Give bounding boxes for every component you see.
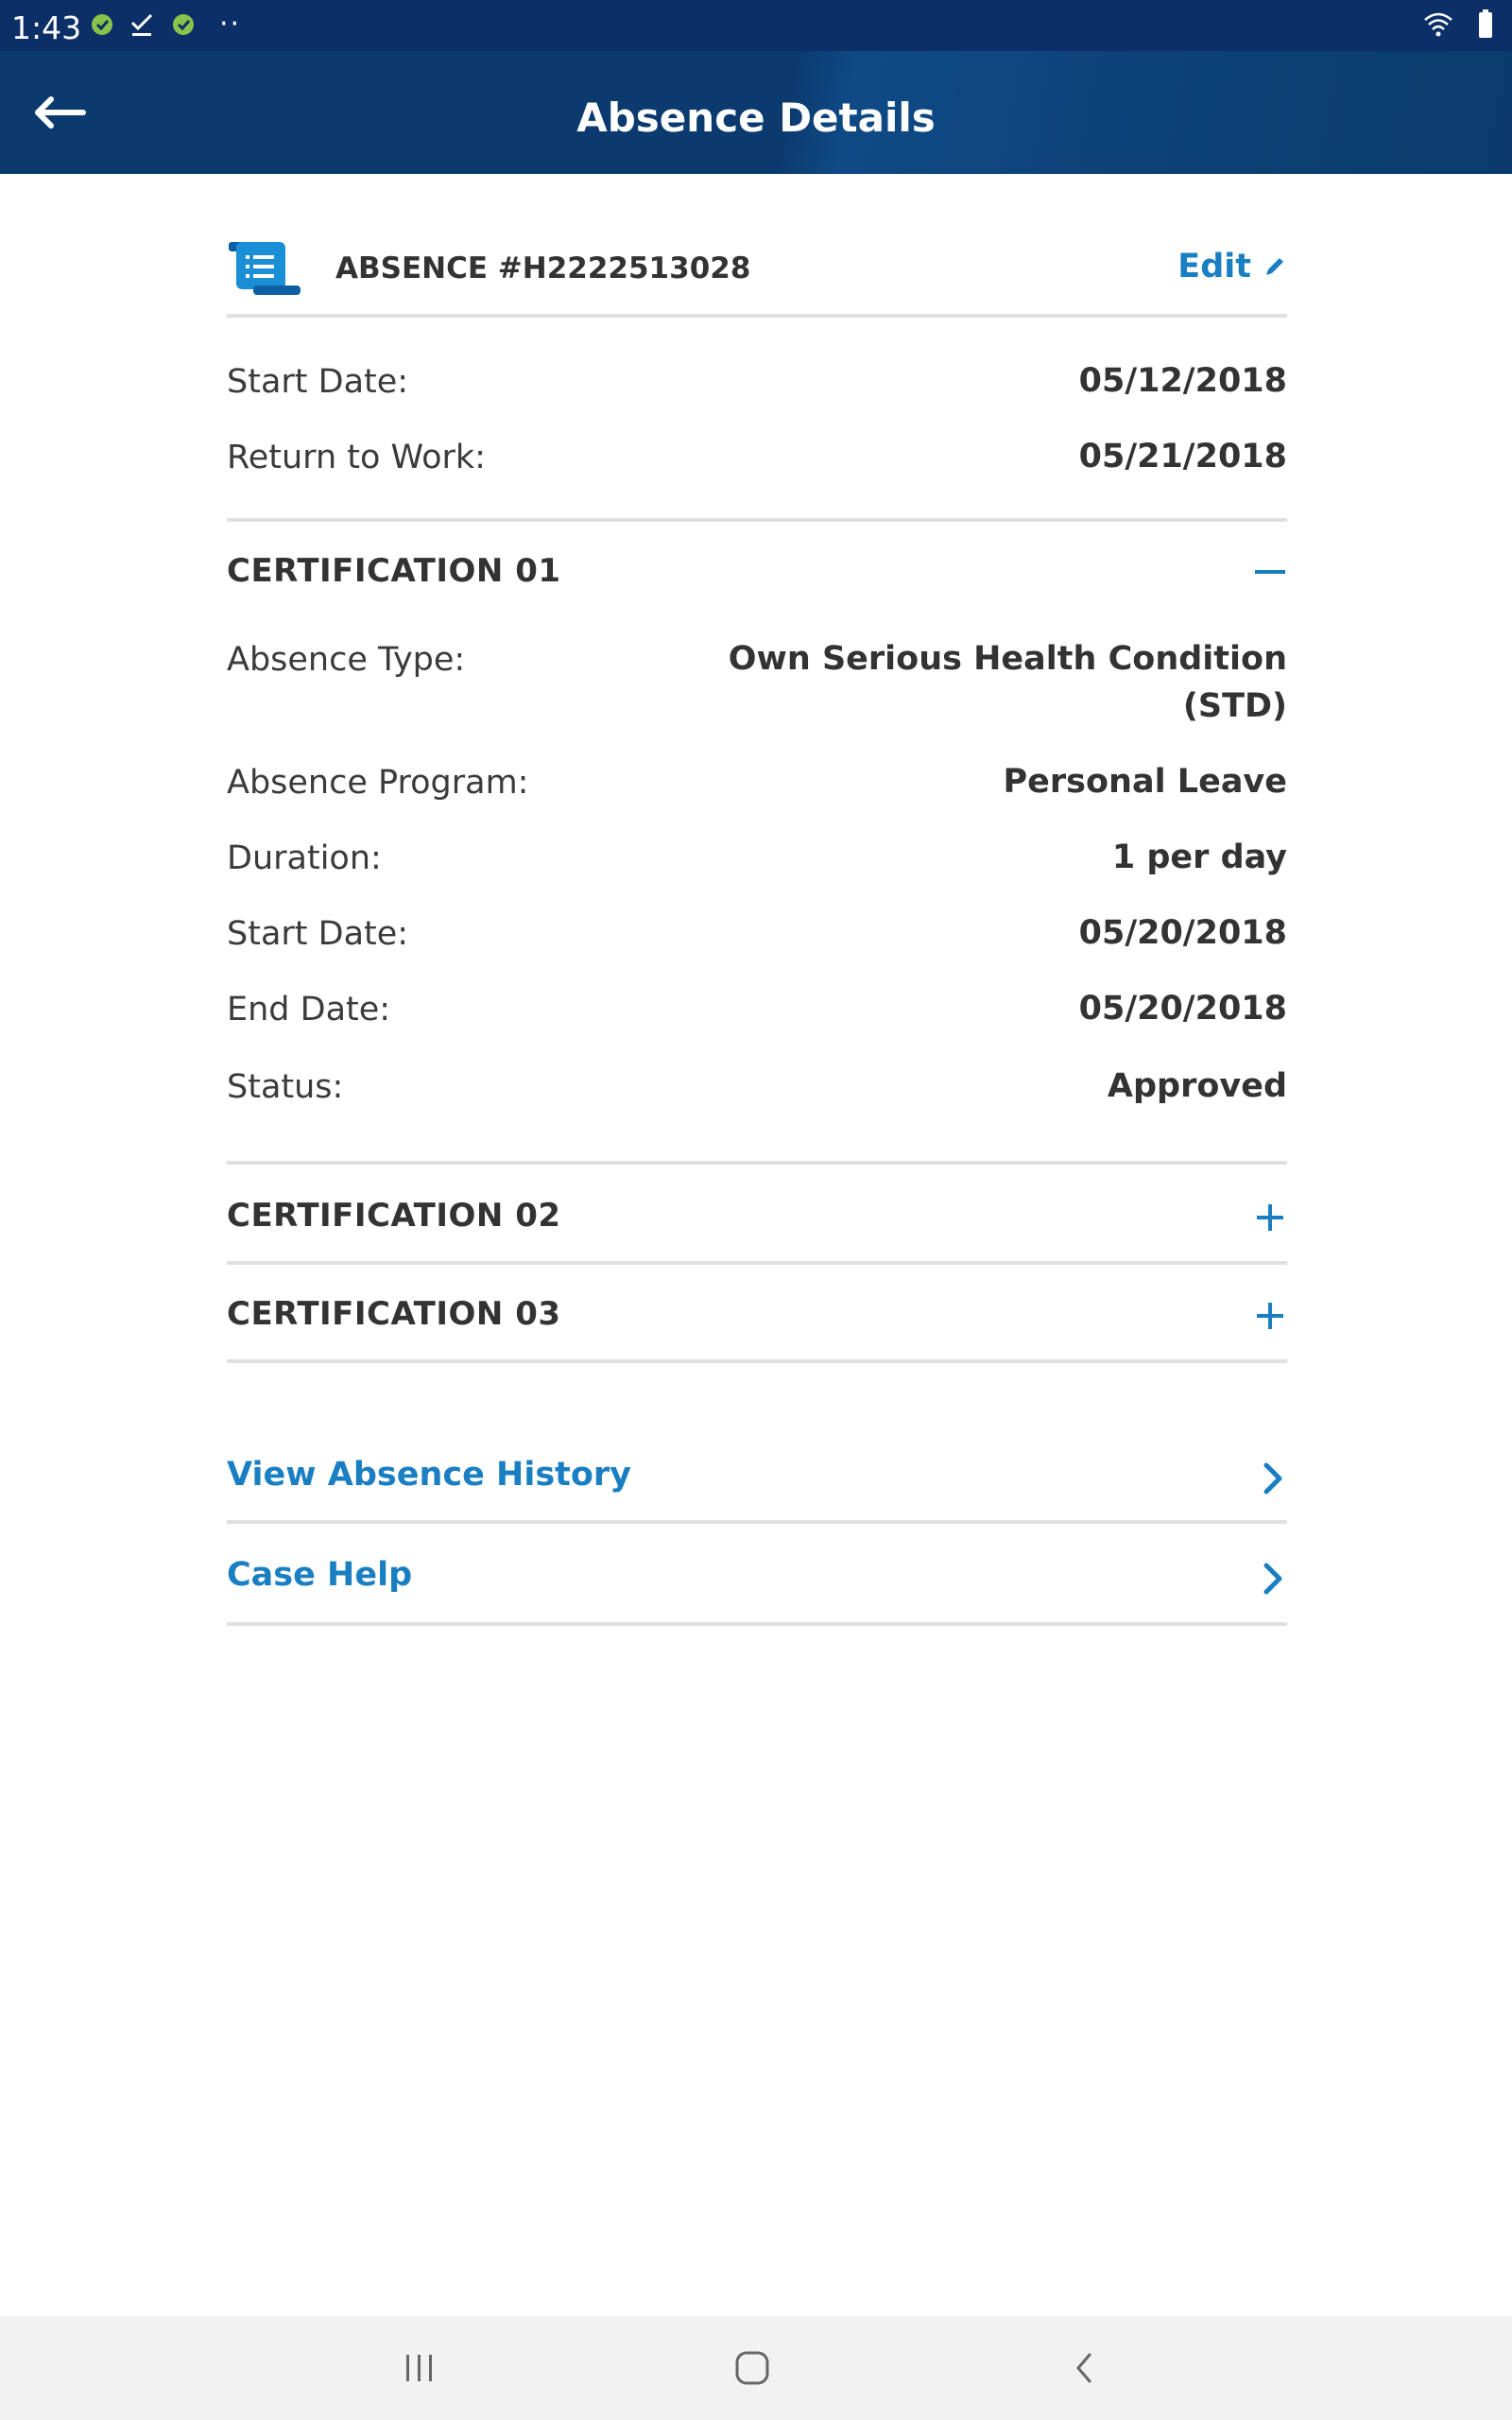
divider [227, 1520, 1287, 1524]
duration-value: 1 per day [1111, 838, 1287, 876]
recent-apps-button[interactable] [391, 2344, 448, 2392]
home-icon [735, 2351, 769, 2385]
certification-02-header[interactable]: CERTIFICATION 02 [227, 1197, 1287, 1253]
absence-type-row: Absence Type: Own Serious Health Conditi… [227, 640, 1287, 735]
certification-01-title: CERTIFICATION 01 [227, 552, 561, 590]
status-time: 1:43 [11, 9, 82, 46]
checkmark-notification-icon [130, 13, 153, 36]
system-navigation-bar [0, 2316, 1512, 2420]
status-bar: 1:43 ·· [0, 0, 1512, 51]
battery-icon [1479, 9, 1492, 38]
divider [227, 314, 1287, 318]
divider [227, 1622, 1287, 1626]
absence-header: ABSENCE #H2222513028 Edit [227, 240, 1287, 306]
divider [227, 1261, 1287, 1265]
certification-03-title: CERTIFICATION 03 [227, 1295, 561, 1333]
app-bar: Absence Details [0, 51, 1512, 174]
start-date-label: Start Date: [227, 363, 409, 401]
case-help-label: Case Help [227, 1556, 413, 1594]
app-notification-icon-2 [173, 14, 194, 35]
absence-number: ABSENCE #H2222513028 [335, 251, 751, 285]
certification-01-header[interactable]: CERTIFICATION 01 [227, 552, 1287, 609]
certification-02-title: CERTIFICATION 02 [227, 1197, 561, 1235]
return-to-work-value: 05/21/2018 [1078, 438, 1287, 475]
plus-icon [1257, 1204, 1283, 1231]
absence-type-value: Own Serious Health Condition (STD) [729, 635, 1287, 730]
duration-label: Duration: [227, 839, 382, 877]
absence-program-label: Absence Program: [227, 764, 529, 802]
absence-type-value-line1: Own Serious Health Condition [728, 640, 1287, 678]
recent-apps-icon [406, 2355, 432, 2381]
certification-03-header[interactable]: CERTIFICATION 03 [227, 1295, 1287, 1352]
edit-label: Edit [1177, 248, 1251, 285]
more-notifications-indicator: ·· [219, 8, 242, 41]
edit-button[interactable]: Edit [1177, 248, 1287, 285]
document-scroll-icon [229, 242, 301, 295]
return-to-work-label: Return to Work: [227, 439, 486, 476]
divider [227, 1359, 1287, 1363]
status-value: Approved [1107, 1067, 1287, 1105]
home-button[interactable] [724, 2344, 781, 2392]
view-absence-history-link[interactable]: View Absence History [227, 1456, 1287, 1512]
chevron-right-icon [1263, 1563, 1282, 1595]
status-label: Status: [227, 1068, 344, 1106]
wifi-icon [1424, 12, 1452, 37]
page-title: Absence Details [576, 95, 936, 141]
chevron-right-icon [1263, 1462, 1282, 1495]
start-date-value: 05/12/2018 [1078, 362, 1287, 400]
cert-end-date-label: End Date: [227, 991, 391, 1028]
absence-type-value-line2: (STD) [1182, 687, 1287, 725]
view-absence-history-label: View Absence History [227, 1456, 631, 1494]
cert-end-date-value: 05/20/2018 [1078, 990, 1287, 1028]
case-help-link[interactable]: Case Help [227, 1556, 1287, 1613]
app-notification-icon [92, 14, 112, 35]
absence-program-value: Personal Leave [1003, 763, 1287, 801]
minus-icon [1255, 570, 1285, 574]
system-back-button[interactable] [1057, 2344, 1113, 2392]
divider [227, 518, 1287, 522]
cert-start-date-value: 05/20/2018 [1078, 914, 1287, 952]
divider [227, 1161, 1287, 1165]
pencil-icon [1266, 258, 1283, 275]
absence-type-label: Absence Type: [227, 641, 466, 679]
chevron-left-icon [1076, 2353, 1091, 2383]
plus-icon [1257, 1303, 1283, 1329]
cert-start-date-label: Start Date: [227, 915, 409, 953]
